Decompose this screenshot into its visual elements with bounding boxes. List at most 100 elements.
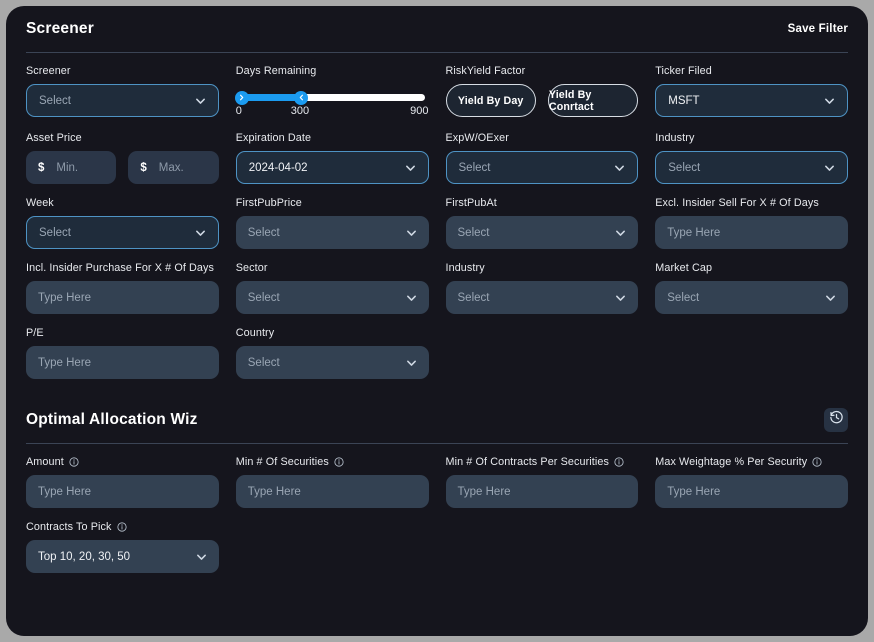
industry-top-select[interactable]: Select (655, 151, 848, 184)
info-icon[interactable] (116, 522, 127, 532)
ticker-filed-select[interactable]: MSFT (655, 84, 848, 117)
field-excl-insider-sell: Excl. Insider Sell For X # Of Days Type … (655, 197, 848, 249)
field-ticker-filed: Ticker Filed MSFT (655, 65, 848, 119)
label-industry-top: Industry (655, 132, 695, 144)
incl-insider-purchase-placeholder: Type Here (38, 291, 92, 304)
amount-input[interactable]: Type Here (26, 475, 219, 508)
grid-spacer (446, 521, 639, 586)
field-days-remaining: Days Remaining 0 300 900 (234, 65, 429, 119)
asset-price-range: $ Min. $ Max. (26, 151, 219, 184)
label-asset-price: Asset Price (26, 132, 82, 144)
amount-placeholder: Type Here (38, 485, 92, 498)
label-expiration-date: Expiration Date (235, 132, 312, 144)
asset-price-max-placeholder: Max. (158, 161, 184, 174)
days-remaining-slider[interactable]: 0 300 900 (234, 84, 429, 119)
label-contracts-to-pick-text: Contracts To Pick (26, 521, 112, 533)
week-select[interactable]: Select (26, 216, 219, 249)
industry-bottom-select[interactable]: Select (445, 281, 639, 314)
label-min-contracts-text: Min # Of Contracts Per Securities (445, 456, 610, 468)
field-amount: Amount Type Here (26, 456, 219, 508)
info-icon[interactable] (334, 457, 344, 467)
asset-price-min-input[interactable]: $ Min. (26, 151, 117, 184)
sector-select[interactable]: Select (235, 281, 429, 314)
label-week: Week (26, 197, 54, 209)
country-value: Select (247, 356, 280, 369)
yield-by-day-button[interactable]: Yield By Day (445, 84, 536, 117)
expiration-date-select[interactable]: 2024-04-02 (235, 151, 429, 184)
firstpubat-value: Select (457, 226, 490, 239)
firstpubat-select[interactable]: Select (445, 216, 639, 249)
slider-track[interactable] (234, 90, 425, 105)
label-riskyield-factor: RiskYield Factor (445, 65, 526, 77)
info-icon[interactable] (614, 457, 624, 467)
slider-ticks: 0 300 900 (236, 105, 429, 119)
info-icon[interactable] (812, 457, 822, 467)
firstpubprice-select[interactable]: Select (235, 216, 429, 249)
chevron-down-icon (824, 162, 835, 173)
currency-symbol: $ (38, 161, 45, 174)
page-title: Screener (26, 20, 94, 37)
excl-insider-sell-input[interactable]: Type Here (655, 216, 848, 249)
grid-spacer (655, 521, 848, 586)
yield-by-contract-button[interactable]: Yield By Conrtact (547, 84, 639, 117)
field-firstpubprice: FirstPubPrice Select (235, 197, 429, 249)
header-divider (26, 52, 848, 53)
label-max-weightage: Max Weightage % Per Security (655, 456, 848, 468)
allocation-divider (26, 443, 848, 444)
pe-input[interactable]: Type Here (26, 346, 219, 379)
field-industry-top: Industry Select (655, 132, 848, 184)
slider-fill (239, 94, 302, 101)
country-select[interactable]: Select (235, 346, 429, 379)
slider-tick-max: 900 (410, 105, 429, 117)
field-max-weightage: Max Weightage % Per Security Type Here (655, 456, 848, 508)
market-cap-select[interactable]: Select (655, 281, 848, 314)
label-min-securities: Min # Of Securities (236, 456, 429, 468)
market-cap-value: Select (667, 291, 700, 304)
field-min-contracts: Min # Of Contracts Per Securities Type H… (445, 456, 639, 508)
expiration-date-value: 2024-04-02 (248, 161, 308, 174)
grid-spacer (236, 521, 429, 586)
contracts-to-pick-select[interactable]: Top 10, 20, 30, 50 (26, 540, 219, 573)
slider-tick-mid: 300 (290, 105, 310, 117)
chevron-down-icon (196, 551, 207, 562)
field-sector: Sector Select (235, 262, 429, 314)
max-weightage-input[interactable]: Type Here (655, 475, 848, 508)
save-filter-button[interactable]: Save Filter (788, 23, 848, 35)
firstpubprice-value: Select (247, 226, 280, 239)
expw-oexer-select[interactable]: Select (445, 151, 639, 184)
label-amount-text: Amount (26, 456, 64, 468)
sector-value: Select (247, 291, 280, 304)
screener-header: Screener Save Filter (26, 6, 848, 52)
riskyield-toggle-group: Yield By Day Yield By Conrtact (445, 84, 639, 117)
incl-insider-purchase-input[interactable]: Type Here (26, 281, 219, 314)
max-weightage-placeholder: Type Here (667, 485, 721, 498)
grid-spacer (446, 327, 639, 392)
slider-handle-min[interactable] (234, 90, 249, 105)
allocation-title: Optimal Allocation Wiz (26, 411, 198, 428)
label-excl-insider-sell: Excl. Insider Sell For X # Of Days (655, 197, 819, 209)
chevron-down-icon (195, 95, 206, 106)
asset-price-max-input[interactable]: $ Max. (128, 151, 219, 184)
label-min-securities-text: Min # Of Securities (235, 456, 329, 468)
screener-card: Screener Save Filter Screener Select Day… (6, 6, 868, 636)
min-securities-input[interactable]: Type Here (235, 475, 429, 508)
field-expiration-date: Expiration Date 2024-04-02 (235, 132, 429, 184)
contracts-to-pick-value: Top 10, 20, 30, 50 (38, 550, 131, 563)
allocation-header: Optimal Allocation Wiz (26, 397, 848, 443)
label-screener: Screener (26, 65, 71, 77)
screener-select[interactable]: Select (26, 84, 219, 117)
chevron-down-icon (825, 292, 836, 303)
min-securities-placeholder: Type Here (247, 485, 301, 498)
field-incl-insider-purchase: Incl. Insider Purchase For X # Of Days T… (26, 262, 219, 314)
screener-select-value: Select (39, 94, 71, 107)
chevron-down-icon (406, 292, 417, 303)
label-sector: Sector (235, 262, 268, 274)
history-button[interactable] (824, 408, 848, 432)
label-max-weightage-text: Max Weightage % Per Security (655, 456, 808, 468)
min-contracts-input[interactable]: Type Here (445, 475, 639, 508)
grid-spacer (655, 327, 848, 392)
slider-handle-max[interactable] (294, 90, 309, 105)
info-icon[interactable] (69, 457, 79, 467)
allocation-fields-grid: Amount Type Here Min # Of Securities Typ… (26, 456, 848, 586)
chevron-down-icon (406, 357, 417, 368)
